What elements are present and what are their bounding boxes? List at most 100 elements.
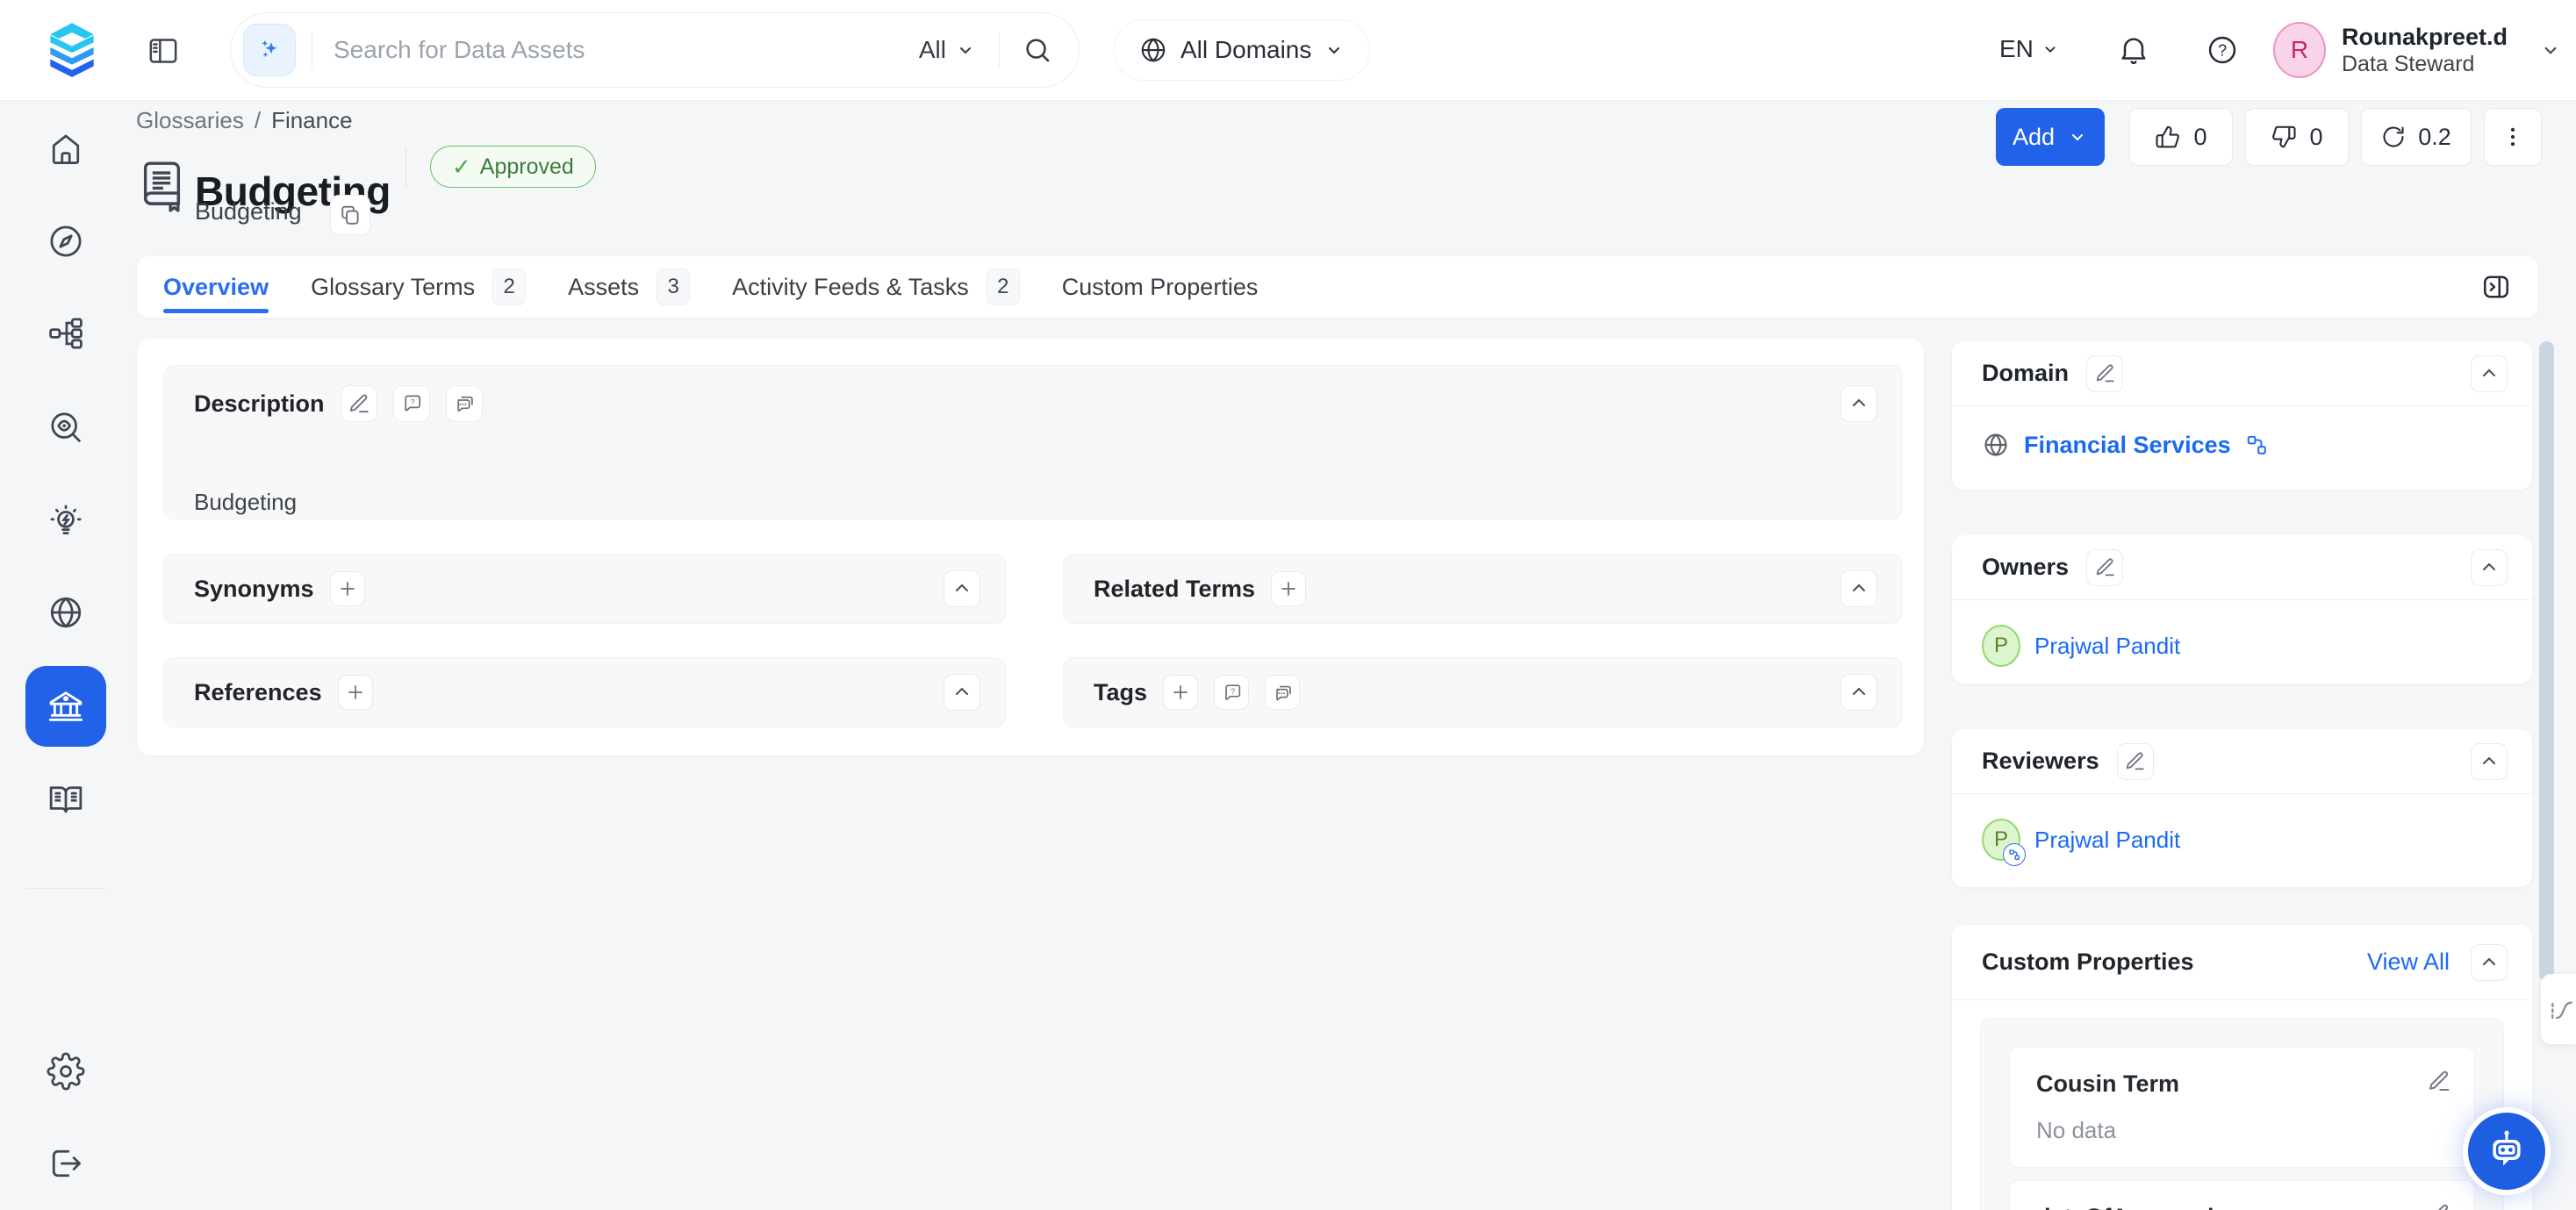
request-tags-button[interactable]: ? [1214,675,1249,710]
collapse-owners-button[interactable] [2471,549,2508,586]
sidebar-toggle-icon[interactable] [146,33,181,68]
tab-custom-properties[interactable]: Custom Properties [1062,256,1259,318]
collapse-tags-button[interactable] [1841,674,1877,711]
notifications-bell-icon[interactable] [2117,33,2150,67]
language-label: EN [1999,35,2034,63]
reviewer-link-badge-icon [2003,843,2026,866]
request-description-button[interactable]: ? [393,385,430,422]
upvote-button[interactable]: 0 [2129,108,2233,166]
breadcrumb-finance[interactable]: Finance [271,107,353,134]
add-related-term-button[interactable] [1271,571,1306,606]
edit-property-button[interactable] [2427,1069,2451,1093]
nav-divider [26,888,105,889]
svg-text:?: ? [2218,42,2227,60]
breadcrumb-glossaries[interactable]: Glossaries [136,107,244,134]
all-domains-label: All Domains [1180,36,1311,64]
search-scope-dropdown[interactable]: All [919,36,976,64]
collapse-reviewers-button[interactable] [2471,743,2508,780]
add-tag-button[interactable] [1163,675,1198,710]
nav-observability[interactable] [25,387,106,468]
nav-explore[interactable] [25,201,106,282]
ai-sparkle-icon[interactable] [243,24,296,76]
nav-domains[interactable] [25,572,106,653]
svg-text:?: ? [410,398,414,407]
edit-domain-button[interactable] [2086,355,2123,392]
tab-assets[interactable]: Assets 3 [568,256,690,318]
side-widget-handle[interactable] [2541,974,2576,1044]
owners-label: Owners [1982,554,2069,581]
plus-icon [337,578,358,599]
tab-activity-feeds[interactable]: Activity Feeds & Tasks 2 [732,256,1020,318]
tab-label: Overview [163,274,269,301]
breadcrumb: Glossaries / Finance [136,107,353,134]
edit-description-button[interactable] [341,385,377,422]
collapse-synonyms-button[interactable] [944,570,980,607]
edit-owners-button[interactable] [2086,549,2123,586]
check-icon: ✓ [452,154,471,181]
downvote-count: 0 [2309,124,2322,151]
nav-logout[interactable] [25,1123,106,1204]
nav-home[interactable] [25,109,106,190]
domain-hierarchy-icon[interactable] [2245,433,2268,456]
domain-link[interactable]: Financial Services [2024,432,2231,459]
owner-link[interactable]: Prajwal Pandit [2034,633,2180,660]
global-search-bar: All [230,12,1080,88]
collapse-description-button[interactable] [1841,385,1877,422]
nav-lineage[interactable] [25,293,106,374]
version-button[interactable]: 0.2 [2361,108,2472,166]
search-icon[interactable] [1023,35,1052,65]
nav-glossary[interactable] [25,758,106,839]
search-divider [999,32,1000,68]
chevron-up-icon [2479,751,2500,772]
nav-insights[interactable] [25,480,106,561]
observability-icon [47,408,85,447]
user-avatar: R [2273,22,2326,78]
search-input[interactable] [332,35,919,65]
user-menu[interactable]: R Rounakpreet.d Data Steward [2273,22,2562,78]
tab-label: Activity Feeds & Tasks [732,274,969,301]
more-menu-button[interactable] [2484,108,2542,166]
description-comments-button[interactable] [446,385,483,422]
all-domains-dropdown[interactable]: All Domains [1113,19,1370,81]
app-logo-icon[interactable] [39,18,105,82]
nav-settings[interactable] [25,1031,106,1112]
downvote-button[interactable]: 0 [2245,108,2349,166]
collapse-related-terms-button[interactable] [1841,570,1877,607]
edit-property-button[interactable] [2427,1202,2451,1210]
help-icon[interactable]: ? [2206,33,2239,67]
custom-properties-card: Custom Properties View All Cousin Term N… [1952,925,2532,1210]
nav-governance[interactable] [25,666,106,747]
chat-assistant-button[interactable] [2468,1113,2545,1190]
add-synonym-button[interactable] [330,571,365,606]
description-text: Budgeting [194,489,297,516]
language-switcher[interactable]: EN [1999,35,2060,63]
collapse-right-panel-icon[interactable] [2480,271,2512,303]
reviewer-link[interactable]: Prajwal Pandit [2034,827,2180,854]
user-meta: Rounakpreet.d Data Steward [2342,23,2508,77]
custom-property-date-of-approval: dateOfApproval [2009,1180,2475,1210]
add-reference-button[interactable] [338,675,373,710]
tags-comments-button[interactable] [1265,675,1300,710]
tab-label: Glossary Terms [311,274,475,301]
tab-glossary-terms[interactable]: Glossary Terms 2 [311,256,526,318]
top-bar: All All Domains EN [0,0,2576,101]
user-avatar-initial: R [2291,36,2308,64]
collapse-references-button[interactable] [944,674,980,711]
collapse-custom-properties-button[interactable] [2471,944,2508,981]
chevron-down-icon [955,39,976,61]
version-history-icon [2381,125,2406,149]
description-panel: Description ? [163,365,1903,519]
tab-overview[interactable]: Overview [163,256,269,318]
collapse-domain-button[interactable] [2471,355,2508,392]
owners-card: Owners P Prajwal Pandit [1952,535,2532,684]
custom-property-name: Cousin Term [2036,1070,2448,1098]
copy-button[interactable] [330,195,370,235]
edit-reviewers-button[interactable] [2117,743,2154,780]
explore-compass-icon [47,222,85,261]
add-button[interactable]: Add [1996,108,2105,166]
synonyms-panel: Synonyms [163,554,1006,624]
right-scrollbar[interactable] [2539,341,2554,982]
view-all-link[interactable]: View All [2367,949,2450,976]
chevron-down-icon [2041,39,2060,59]
domains-globe-icon [47,593,85,632]
